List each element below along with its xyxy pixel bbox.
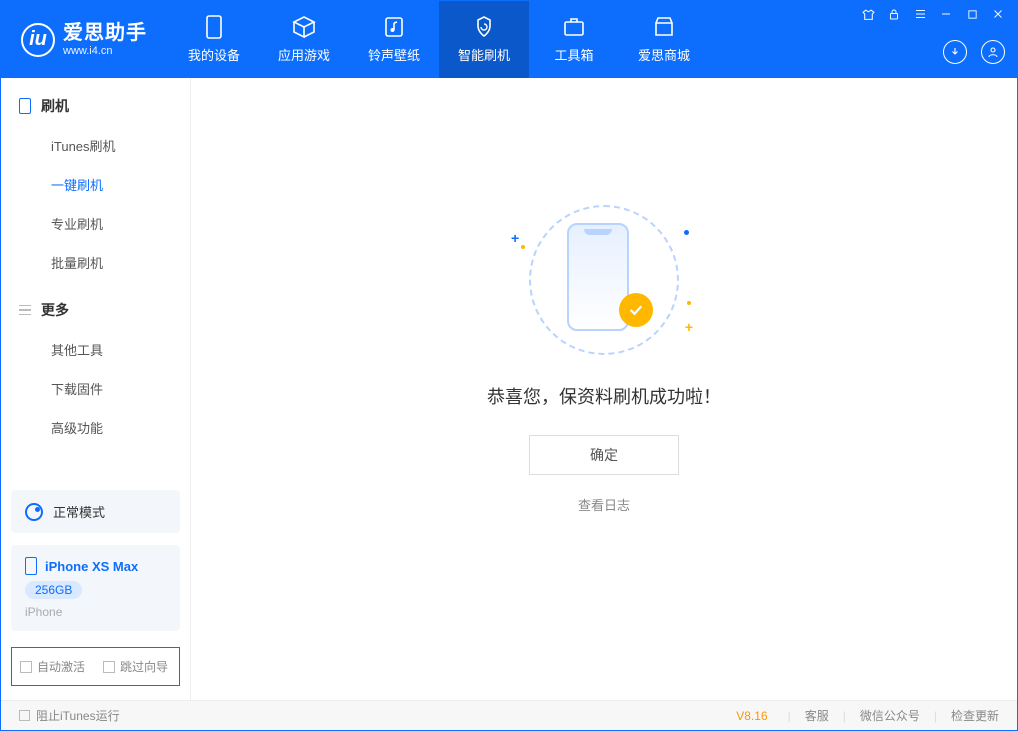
sidebar-item-itunes-flash[interactable]: iTunes刷机 — [1, 126, 190, 165]
nav-my-device[interactable]: 我的设备 — [169, 1, 259, 78]
nav-label: 应用游戏 — [278, 45, 330, 64]
device-icon — [202, 15, 226, 39]
shirt-icon[interactable] — [861, 7, 875, 21]
view-log-link[interactable]: 查看日志 — [578, 495, 630, 514]
top-nav: 我的设备 应用游戏 铃声壁纸 智能刷机 工具箱 爱思商城 — [169, 1, 709, 78]
logo-title: 爱思助手 — [63, 23, 147, 43]
user-icon[interactable] — [981, 40, 1005, 64]
sidebar-item-pro-flash[interactable]: 专业刷机 — [1, 204, 190, 243]
sidebar-item-other-tools[interactable]: 其他工具 — [1, 330, 190, 369]
sidebar-section-flash: 刷机 — [1, 78, 190, 126]
sidebar-item-one-click-flash[interactable]: 一键刷机 — [1, 165, 190, 204]
header-right — [861, 1, 1005, 78]
sidebar-item-batch-flash[interactable]: 批量刷机 — [1, 243, 190, 282]
main-content: + + 恭喜您，保资料刷机成功啦！ 确定 查看日志 — [191, 78, 1017, 700]
briefcase-icon — [562, 15, 586, 39]
nav-label: 智能刷机 — [458, 45, 510, 64]
close-button[interactable] — [991, 7, 1005, 21]
footer: 阻止iTunes运行 V8.16 | 客服 | 微信公众号 | 检查更新 — [1, 700, 1017, 730]
highlighted-checkbox-strip: 自动激活 跳过向导 — [11, 647, 180, 686]
checkbox-icon — [103, 661, 115, 673]
nav-apps[interactable]: 应用游戏 — [259, 1, 349, 78]
lock-icon[interactable] — [887, 7, 901, 21]
nav-label: 我的设备 — [188, 45, 240, 64]
nav-label: 铃声壁纸 — [368, 45, 420, 64]
checkbox-icon — [20, 661, 32, 673]
device-type: iPhone — [25, 605, 166, 619]
nav-flash[interactable]: 智能刷机 — [439, 1, 529, 78]
shop-icon — [652, 15, 676, 39]
download-icon[interactable] — [943, 40, 967, 64]
music-icon — [382, 15, 406, 39]
sidebar-item-advanced[interactable]: 高级功能 — [1, 408, 190, 447]
footer-link-support[interactable]: 客服 — [805, 707, 829, 724]
nav-toolbox[interactable]: 工具箱 — [529, 1, 619, 78]
nav-ringtones[interactable]: 铃声壁纸 — [349, 1, 439, 78]
footer-link-update[interactable]: 检查更新 — [951, 707, 999, 724]
mode-card[interactable]: 正常模式 — [11, 490, 180, 533]
refresh-icon — [472, 15, 496, 39]
success-illustration: + + — [529, 205, 679, 355]
footer-link-wechat[interactable]: 微信公众号 — [860, 707, 920, 724]
nav-label: 爱思商城 — [638, 45, 690, 64]
minimize-button[interactable] — [939, 7, 953, 21]
device-phone-icon — [25, 557, 37, 575]
window-controls — [861, 7, 1005, 21]
success-message: 恭喜您，保资料刷机成功啦！ — [487, 383, 721, 409]
mode-label: 正常模式 — [53, 502, 105, 521]
ok-button[interactable]: 确定 — [529, 435, 679, 475]
logo-icon: iu — [21, 23, 55, 57]
sidebar-section-more: 更多 — [1, 282, 190, 330]
nav-store[interactable]: 爱思商城 — [619, 1, 709, 78]
sparkle-icon: + — [685, 319, 693, 335]
checkbox-icon — [19, 710, 30, 721]
device-storage-badge: 256GB — [25, 581, 82, 599]
nav-label: 工具箱 — [554, 45, 593, 64]
menu-icon[interactable] — [913, 7, 927, 21]
maximize-button[interactable] — [965, 7, 979, 21]
app-logo: iu 爱思助手 www.i4.cn — [1, 1, 169, 78]
list-icon — [19, 305, 31, 316]
device-card[interactable]: iPhone XS Max 256GB iPhone — [11, 545, 180, 631]
sidebar-item-download-firmware[interactable]: 下载固件 — [1, 369, 190, 408]
phone-outline-icon — [19, 98, 31, 114]
logo-url: www.i4.cn — [63, 46, 147, 57]
mode-icon — [25, 503, 43, 521]
checkmark-badge-icon — [619, 293, 653, 327]
device-name: iPhone XS Max — [45, 559, 138, 574]
cube-icon — [292, 15, 316, 39]
sparkle-icon: + — [511, 230, 519, 246]
checkbox-block-itunes[interactable]: 阻止iTunes运行 — [19, 707, 120, 724]
checkbox-skip-guide[interactable]: 跳过向导 — [103, 658, 168, 675]
sidebar: 刷机 iTunes刷机 一键刷机 专业刷机 批量刷机 更多 其他工具 下载固件 … — [1, 78, 191, 700]
checkbox-auto-activate[interactable]: 自动激活 — [20, 658, 85, 675]
version-label: V8.16 — [736, 709, 767, 723]
header: iu 爱思助手 www.i4.cn 我的设备 应用游戏 铃声壁纸 智能刷机 工具… — [1, 1, 1017, 78]
